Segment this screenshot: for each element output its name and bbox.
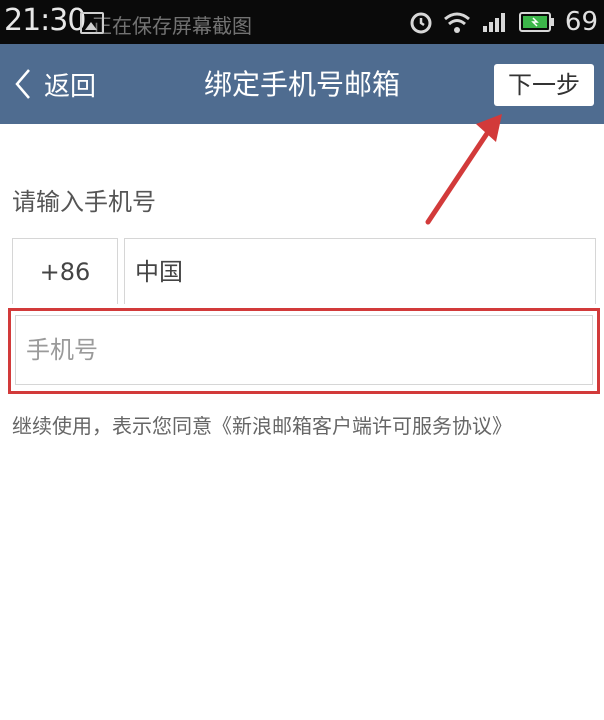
country-code-selector[interactable]: +86 <box>12 238 118 304</box>
app-header: 返回 绑定手机号邮箱 下一步 <box>0 44 604 124</box>
phone-number-input[interactable] <box>15 315 593 385</box>
next-step-button[interactable]: 下一步 <box>494 64 594 106</box>
annotation-arrow <box>425 114 502 225</box>
screen: 21:30 正在保存屏幕截图 69 返回 绑定手机号邮箱 下一步 请输入手机号 … <box>0 0 604 720</box>
wifi-icon <box>443 12 470 33</box>
status-time: 21:30 <box>4 3 86 38</box>
agreement-text[interactable]: 继续使用，表示您同意《新浪邮箱客户端许可服务协议》 <box>12 410 512 439</box>
phone-input-highlight <box>8 308 600 394</box>
screenshot-notification-icon: 正在保存屏幕截图 <box>80 12 252 38</box>
battery-icon <box>518 12 554 32</box>
alarm-icon <box>410 12 432 34</box>
status-bar: 21:30 正在保存屏幕截图 69 <box>0 0 604 44</box>
status-icons: 69 <box>409 6 598 38</box>
country-selector[interactable]: 中国 <box>124 238 596 304</box>
battery-level: 69 <box>564 7 598 37</box>
signal-icon <box>482 13 505 32</box>
status-notification-text: 正在保存屏幕截图 <box>92 14 252 38</box>
phone-section-label: 请输入手机号 <box>12 188 156 216</box>
